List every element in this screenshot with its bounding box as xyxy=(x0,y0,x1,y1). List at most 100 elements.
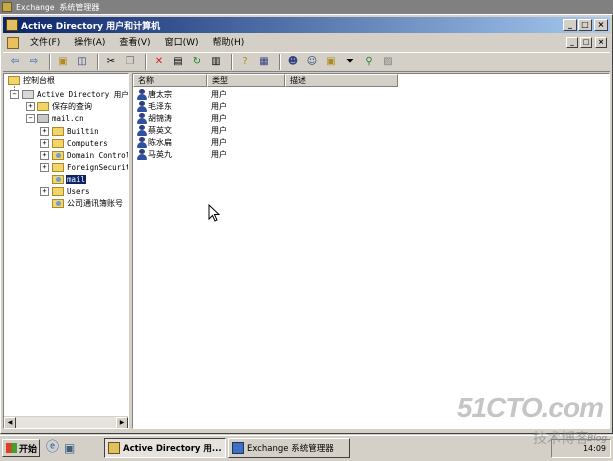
folder-icon xyxy=(52,126,64,136)
menu-file[interactable]: 文件(F) xyxy=(23,36,67,50)
column-header-description[interactable]: 描述 xyxy=(285,74,398,87)
list-item[interactable]: 陈水扁 用户 xyxy=(133,136,609,148)
start-button[interactable]: 开始 xyxy=(2,439,40,457)
ou-icon xyxy=(52,198,64,208)
add-to-group-icon[interactable]: ▨ xyxy=(380,54,396,70)
tree-horizontal-scrollbar[interactable]: ◀ ▶ xyxy=(4,416,128,428)
tree-label: ForeignSecurityPrincipals xyxy=(67,162,128,172)
aduc-task-icon xyxy=(108,442,120,454)
user-name: 马英九 xyxy=(148,149,172,159)
task-aduc[interactable]: Active Directory 用... xyxy=(104,438,226,458)
expand-icon[interactable]: + xyxy=(26,102,35,111)
tree-node-contacts-ou[interactable]: 公司通讯簿账号 xyxy=(52,197,124,209)
new-group-icon[interactable]: ☺ xyxy=(304,54,320,70)
scroll-left-icon[interactable]: ◀ xyxy=(4,417,16,428)
collapse-icon[interactable]: − xyxy=(10,90,19,99)
user-icon xyxy=(137,100,147,112)
help-icon[interactable]: ? xyxy=(237,54,253,70)
column-header-name[interactable]: 名称 xyxy=(133,74,207,87)
new-ou-icon[interactable]: ▣ xyxy=(323,54,339,70)
up-folder-icon[interactable]: ▣ xyxy=(55,54,71,70)
list-item[interactable]: 唐太宗 用户 xyxy=(133,88,609,100)
tree-label: 控制台根 xyxy=(23,75,55,85)
tree-node-builtin[interactable]: Builtin xyxy=(52,125,100,137)
back-icon[interactable]: ⇦ xyxy=(7,54,23,70)
tree-node-ad[interactable]: Active Directory 用户 xyxy=(22,88,128,100)
folder-icon xyxy=(37,101,49,111)
ie-icon[interactable]: ⓔ xyxy=(46,440,62,456)
aduc-titlebar[interactable]: Active Directory 用户和计算机 _ □ × xyxy=(3,17,610,33)
watermark-logo: 51CTO.com xyxy=(456,392,604,423)
tree-node-users[interactable]: Users xyxy=(52,185,91,197)
user-name: 毛泽东 xyxy=(148,101,172,111)
user-icon xyxy=(137,136,147,148)
maximize-button[interactable]: □ xyxy=(578,19,592,31)
details-list[interactable]: 名称 类型 描述 唐太宗 用户 毛泽东 用户 胡锦涛 用户 蔡英文 用户 陈水扁… xyxy=(132,73,610,429)
aduc-window: Active Directory 用户和计算机 _ □ × 文件(F) 操作(A… xyxy=(0,14,613,434)
menu-view[interactable]: 查看(V) xyxy=(112,36,157,50)
filter-icon[interactable]: ⏷ xyxy=(342,54,358,70)
find-icon[interactable]: ⚲ xyxy=(361,54,377,70)
delete-icon[interactable]: ✕ xyxy=(151,54,167,70)
folder-icon xyxy=(52,138,64,148)
tree-node-domain[interactable]: mail.cn xyxy=(37,112,85,124)
list-item[interactable]: 毛泽东 用户 xyxy=(133,100,609,112)
document-icon[interactable] xyxy=(7,37,19,49)
expand-icon[interactable]: + xyxy=(40,163,49,172)
user-icon xyxy=(137,148,147,160)
list-item[interactable]: 马英九 用户 xyxy=(133,148,609,160)
column-header-type[interactable]: 类型 xyxy=(207,74,285,87)
tree-label: 保存的查询 xyxy=(52,101,92,111)
copy-icon[interactable]: ❐ xyxy=(122,54,138,70)
show-desktop-icon[interactable]: ▣ xyxy=(64,440,80,456)
collapse-icon[interactable]: − xyxy=(26,114,35,123)
menu-window[interactable]: 窗口(W) xyxy=(158,36,206,50)
scroll-right-icon[interactable]: ▶ xyxy=(116,417,128,428)
menu-action[interactable]: 操作(A) xyxy=(67,36,112,50)
tree-label: mail.cn xyxy=(52,113,84,123)
tree-node-mail-ou[interactable]: mail xyxy=(52,173,87,185)
aduc-app-icon xyxy=(6,19,18,31)
user-type: 用户 xyxy=(211,101,227,111)
ou-icon xyxy=(52,174,64,184)
user-icon xyxy=(137,88,147,100)
expand-icon[interactable]: + xyxy=(40,127,49,136)
tree-node-domain-controllers[interactable]: Domain Controllers xyxy=(52,149,128,161)
task-label: Exchange 系统管理器 xyxy=(247,444,334,454)
refresh-icon[interactable]: ↻ xyxy=(189,54,205,70)
show-tree-icon[interactable]: ◫ xyxy=(74,54,90,70)
toolbar-separator xyxy=(145,54,147,70)
user-name: 蔡英文 xyxy=(148,125,172,135)
tree-node-saved-queries[interactable]: 保存的查询 xyxy=(37,100,93,112)
properties-icon[interactable]: ▤ xyxy=(170,54,186,70)
cut-icon[interactable]: ✂ xyxy=(103,54,119,70)
toolbar-separator xyxy=(97,54,99,70)
task-exchange[interactable]: Exchange 系统管理器 xyxy=(228,438,350,458)
expand-icon[interactable]: + xyxy=(40,187,49,196)
minimize-button[interactable]: _ xyxy=(563,19,577,31)
expand-icon[interactable]: + xyxy=(40,151,49,160)
tree-node-console-root[interactable]: 控制台根 xyxy=(8,74,56,86)
menu-help[interactable]: 帮助(H) xyxy=(206,36,252,50)
user-name: 陈水扁 xyxy=(148,137,172,147)
aduc-window-title: Active Directory 用户和计算机 xyxy=(21,21,161,32)
close-button[interactable]: × xyxy=(594,19,608,31)
forward-icon[interactable]: ⇨ xyxy=(26,54,42,70)
taskbar: 开始 ⓔ ▣ Active Directory 用... Exchange 系统… xyxy=(0,435,613,461)
exchange-window-titlebar[interactable]: Exchange 系统管理器 xyxy=(0,0,613,14)
mdi-restore-button[interactable]: □ xyxy=(580,37,592,48)
console-tree[interactable]: 控制台根 − Active Directory 用户 + 保存的查询 − mai… xyxy=(3,73,129,429)
list-item[interactable]: 胡锦涛 用户 xyxy=(133,112,609,124)
user-type: 用户 xyxy=(211,125,227,135)
tree-node-computers[interactable]: Computers xyxy=(52,137,109,149)
mdi-close-button[interactable]: × xyxy=(595,37,607,48)
tree-node-foreign-security[interactable]: ForeignSecurityPrincipals xyxy=(52,161,128,173)
list-item[interactable]: 蔡英文 用户 xyxy=(133,124,609,136)
new-user-icon[interactable]: ☻ xyxy=(285,54,301,70)
mdi-minimize-button[interactable]: _ xyxy=(566,37,578,48)
tree-label: Users xyxy=(67,186,90,196)
export-list-icon[interactable]: ▥ xyxy=(208,54,224,70)
expand-icon[interactable]: + xyxy=(40,139,49,148)
console-icon[interactable]: ▦ xyxy=(256,54,272,70)
tree-label: 公司通讯簿账号 xyxy=(67,198,123,208)
